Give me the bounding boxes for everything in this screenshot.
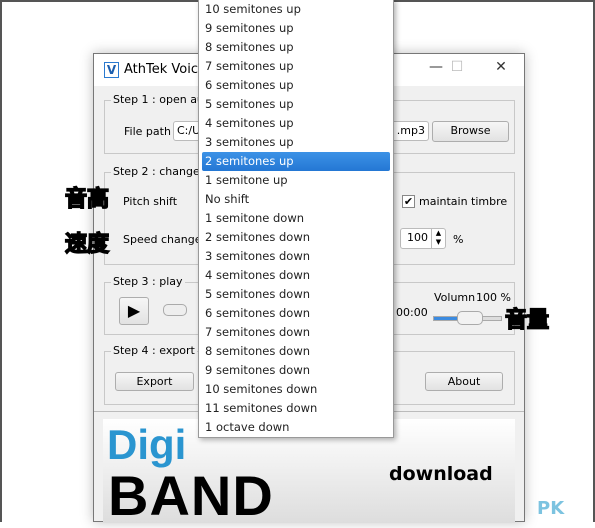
dropdown-option[interactable]: 11 semitones down — [199, 399, 393, 418]
file-path-value-right: .mp3 — [396, 124, 425, 137]
pitch-shift-label: Pitch shift — [123, 195, 178, 208]
watermark-logo: PK — [537, 498, 565, 519]
speed-unit: % — [453, 233, 464, 246]
step3-caption: Step 3 : play — [111, 275, 185, 288]
dropdown-option[interactable]: 3 semitones down — [199, 247, 393, 266]
dropdown-option[interactable]: 6 semitones up — [199, 76, 393, 95]
export-button[interactable]: Export — [115, 372, 194, 391]
dropdown-option[interactable]: 1 semitone up — [199, 171, 393, 190]
dropdown-option[interactable]: 2 semitones down — [199, 228, 393, 247]
time-display: 00:00 — [396, 306, 428, 319]
speed-spinbox[interactable]: 100 ▲ ▼ — [400, 228, 446, 249]
dropdown-option[interactable]: 9 semitones down — [199, 361, 393, 380]
maximize-button[interactable]: ☐ — [443, 59, 471, 79]
play-icon: ▶ — [127, 301, 141, 320]
dropdown-option[interactable]: 10 semitones down — [199, 380, 393, 399]
dropdown-option[interactable]: 8 semitones down — [199, 342, 393, 361]
volume-slider-thumb[interactable] — [457, 311, 483, 325]
download-label: download — [389, 463, 493, 485]
annotation-pitch: 音高 — [64, 186, 110, 213]
play-button[interactable]: ▶ — [119, 297, 149, 325]
dropdown-option[interactable]: 9 semitones up — [199, 19, 393, 38]
dropdown-option[interactable]: 1 semitone down — [199, 209, 393, 228]
about-button[interactable]: About — [425, 372, 503, 391]
dropdown-option[interactable]: No shift — [199, 190, 393, 209]
dropdown-option[interactable]: 5 semitones down — [199, 285, 393, 304]
dropdown-option[interactable]: 3 semitones up — [199, 133, 393, 152]
dropdown-option[interactable]: 1 octave down — [199, 418, 393, 437]
maintain-timbre-label: maintain timbre — [419, 195, 508, 208]
step4-caption: Step 4 : export — [111, 344, 197, 357]
dropdown-option[interactable]: 7 semitones up — [199, 57, 393, 76]
pitch-shift-dropdown[interactable]: 10 semitones up 9 semitones up 8 semitones… — [198, 0, 394, 438]
annotation-volume: 音量 — [504, 307, 550, 334]
speed-change-label: Speed change — [123, 233, 202, 246]
file-path-label: File path — [124, 125, 171, 138]
annotation-speed: 速度 — [64, 231, 110, 258]
close-button[interactable]: ✕ — [487, 59, 515, 79]
speed-value: 100 — [407, 231, 428, 244]
logo-digi: Digi — [107, 421, 187, 468]
dropdown-option[interactable]: 4 semitones up — [199, 114, 393, 133]
app-icon: V — [104, 62, 119, 78]
window-title: AthTek Voice — [124, 62, 206, 77]
maintain-timbre-checkbox[interactable]: ✔ — [402, 195, 415, 208]
dropdown-option[interactable]: 6 semitones down — [199, 304, 393, 323]
dropdown-option[interactable]: 8 semitones up — [199, 38, 393, 57]
dropdown-option[interactable]: 10 semitones up — [199, 0, 393, 19]
seek-slider-thumb[interactable] — [163, 304, 187, 316]
dropdown-option[interactable]: 7 semitones down — [199, 323, 393, 342]
dropdown-option[interactable]: 2 semitones up — [202, 152, 390, 171]
dropdown-option[interactable]: 4 semitones down — [199, 266, 393, 285]
logo-band: BAND — [108, 464, 274, 527]
spin-arrows-icon[interactable]: ▲ ▼ — [431, 229, 445, 248]
volume-label: Volumn — [434, 291, 476, 304]
dropdown-option[interactable]: 5 semitones up — [199, 95, 393, 114]
browse-button[interactable]: Browse — [432, 121, 509, 142]
